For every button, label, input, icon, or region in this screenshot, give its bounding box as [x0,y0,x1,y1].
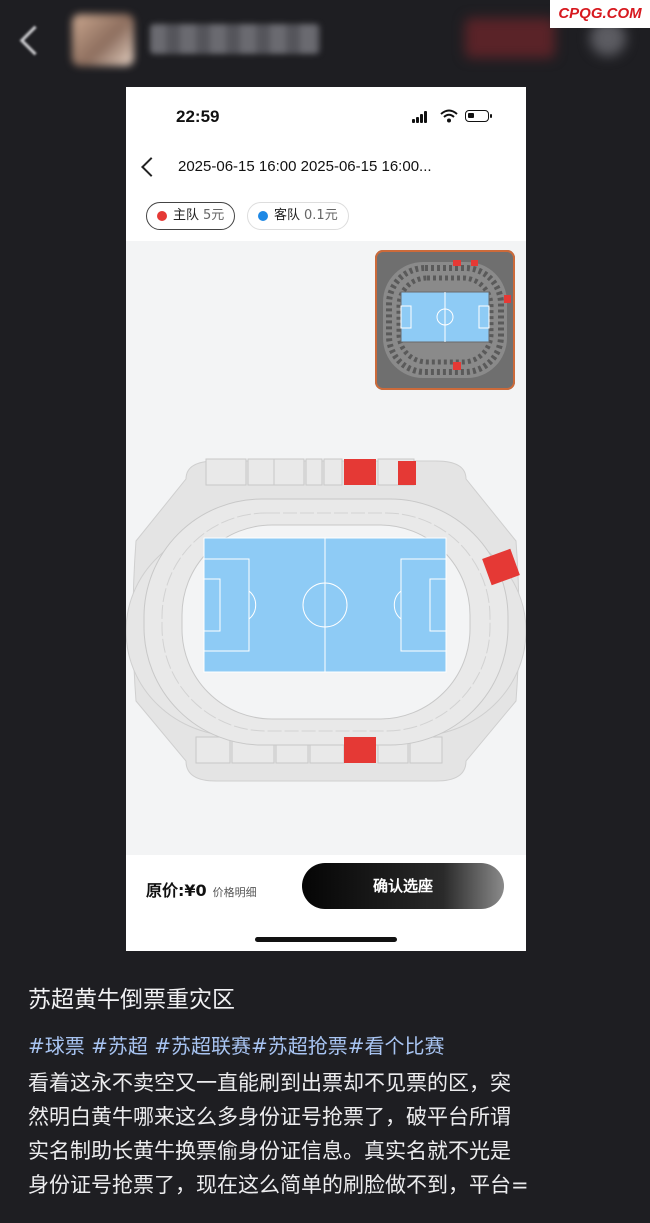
blue-dot-icon [258,211,268,221]
page-title: 2025-06-15 16:00 2025-06-15 16:00... [178,158,432,175]
price-detail-link[interactable]: 价格明细 [213,886,257,899]
battery-icon [465,110,492,122]
seat-map[interactable] [126,241,526,855]
confirm-seat-button[interactable]: 确认选座 [302,863,504,909]
stadium-drawing [126,458,526,782]
phone-screenshot: 22:59 2025-06-15 16:00 2025-06-15 16:00.… [126,87,526,951]
price-tag-label: 主队 [173,208,200,223]
status-bar: 22:59 [126,87,526,143]
post-body: 看着这永不卖空又一直能刷到出票却不见票的区，突 然明白黄牛哪来这么多身份证号抢票… [28,1066,628,1202]
signal-icon [412,111,428,123]
post-hashtags[interactable]: #球票 #苏超 #苏超联赛#苏超抢票#看个比赛 [28,1030,445,1059]
red-dot-icon [157,211,167,221]
username-blurred[interactable] [150,24,320,54]
price-tag-away[interactable]: 客队 0.1元 [247,202,349,230]
original-price-value: ¥0 [184,881,207,900]
back-chevron-icon[interactable] [141,157,161,177]
avatar[interactable] [72,14,134,66]
price-tag-home[interactable]: 主队 5元 [146,202,236,230]
status-time: 22:59 [176,107,220,126]
post-body-line: 身份证号抢票了，现在这么简单的刷脸做不到，平台= [28,1173,529,1197]
price-tag-label: 客队 [274,208,301,223]
checkout-bar: 原价:¥0 价格明细 确认选座 [126,855,526,921]
original-price: 原价:¥0 价格明细 [146,877,257,901]
original-price-label: 原价: [146,881,185,900]
home-indicator [255,937,397,942]
post-title: 苏超黄牛倒票重灾区 [28,987,235,1013]
follow-button-blurred[interactable] [465,18,555,58]
price-tag-price: 0.1元 [304,208,338,223]
post-body-line: 看着这永不卖空又一直能刷到出票却不见票的区，突 [28,1071,511,1095]
post-body-line: 然明白黄牛哪来这么多身份证号抢票了，破平台所谓 [28,1105,511,1129]
post-body-line: 实名制助长黄牛换票偷身份证信息。真实名就不光是 [28,1139,511,1163]
watermark: CPQG.COM [550,0,650,28]
price-tag-price: 5元 [203,208,225,223]
nav-bar: 2025-06-15 16:00 2025-06-15 16:00... [126,149,526,191]
wifi-icon [440,109,458,123]
back-arrow-icon[interactable] [19,25,50,56]
